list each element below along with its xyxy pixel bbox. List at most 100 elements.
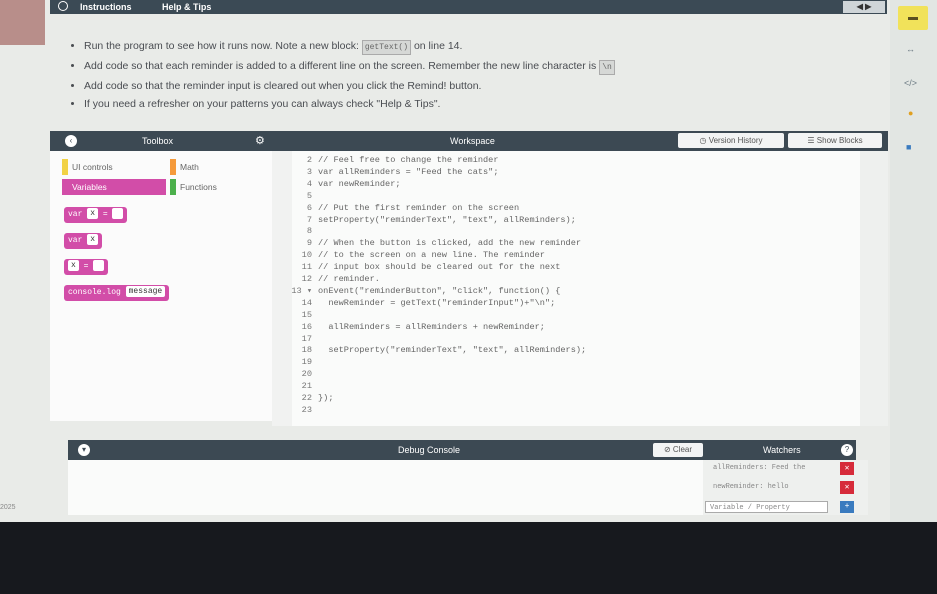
block-operator: = xyxy=(83,262,89,271)
code-chip: getText() xyxy=(361,40,412,55)
debug-console-title: Debug Console xyxy=(398,445,461,455)
show-blocks-button[interactable]: ☰ Show Blocks xyxy=(788,133,882,148)
watch-input[interactable]: Variable / Property xyxy=(705,501,828,513)
code-chip: \n xyxy=(599,60,615,75)
code-icon[interactable]: </> xyxy=(904,78,917,88)
category-color-bar xyxy=(170,179,176,195)
line-number: 4 xyxy=(306,178,312,189)
block-keyword: .log xyxy=(101,288,121,297)
instruction-text: on line 14. xyxy=(411,40,463,52)
instruction-item: If you need a refresher on your patterns… xyxy=(84,98,872,111)
instruction-text: If you need a refresher on your patterns… xyxy=(84,98,441,110)
line-number: 23 xyxy=(301,404,312,415)
watchers-panel: allReminders: Feed the ✕ newReminder: he… xyxy=(703,460,868,515)
left-decor xyxy=(0,0,45,45)
block-slot[interactable]: x xyxy=(87,208,99,220)
panel-header: ‹ Toolbox ⚙ Workspace ◷ Version History … xyxy=(50,131,888,151)
remove-watch-button[interactable]: ✕ xyxy=(840,481,854,494)
line-number: 5 xyxy=(306,190,312,201)
code-text: allReminders = allReminders + newReminde… xyxy=(318,321,545,332)
block-operator: = xyxy=(102,210,108,219)
right-sidebar: ▬ ↔ </> ● ■ xyxy=(890,0,937,522)
watch-row: allReminders: Feed the xyxy=(713,464,806,472)
editor-scrollbar[interactable] xyxy=(860,151,888,426)
category-functions[interactable]: Functions xyxy=(170,179,270,195)
debug-console[interactable]: allReminders: Feed the ✕ newReminder: he… xyxy=(68,460,868,515)
category-math[interactable]: Math xyxy=(170,159,270,175)
category-variables[interactable]: Variables xyxy=(62,179,166,195)
block-keyword: console xyxy=(68,288,102,297)
instruction-text: Add code so that each reminder is added … xyxy=(84,60,600,72)
remove-watch-button[interactable]: ✕ xyxy=(840,462,854,475)
audio-player[interactable]: ◀ ▶ xyxy=(843,1,885,13)
instructions: Run the program to see how it runs now. … xyxy=(72,40,872,116)
code-text: var newReminder; xyxy=(318,178,401,189)
block-keyword: var xyxy=(68,236,83,245)
top-bar: Instructions Help & Tips ◀ ▶ xyxy=(50,0,887,14)
category-ui-controls[interactable]: UI controls xyxy=(62,159,162,175)
clear-button[interactable]: ⊘ Clear xyxy=(653,443,703,457)
resize-icon[interactable]: ↔ xyxy=(906,44,915,54)
show-blocks-label: Show Blocks xyxy=(816,136,863,145)
line-number: 2 xyxy=(306,155,312,165)
watch-row: newReminder: hello xyxy=(713,483,789,491)
block-slot[interactable] xyxy=(112,208,124,220)
line-number: 11 xyxy=(301,262,312,273)
workspace-title: Workspace xyxy=(450,136,495,146)
line-number: 19 xyxy=(301,357,312,368)
block-var-declare[interactable]: var x xyxy=(64,233,103,249)
date-text: 2025 xyxy=(0,504,16,511)
code-editor[interactable]: 2 // Feel free to change the reminder 3 var… xyxy=(272,151,860,426)
toolbox-title: Toolbox xyxy=(142,136,174,146)
block-slot[interactable]: x xyxy=(87,234,99,246)
monitor-bezel xyxy=(0,522,937,594)
block-console-log[interactable]: console.log message xyxy=(64,285,170,301)
code-text: onEvent("reminderButton", "click", funct… xyxy=(318,285,561,296)
collapse-debug-icon[interactable]: ▾ xyxy=(78,444,90,456)
code-text: // to the screen on a new line. The remi… xyxy=(318,250,545,261)
back-icon[interactable]: ‹ xyxy=(65,135,77,147)
line-number: 7 xyxy=(306,214,312,225)
instruction-item: Run the program to see how it runs now. … xyxy=(84,40,872,55)
instruction-text: Run the program to see how it runs now. … xyxy=(84,40,362,52)
help-icon[interactable]: ? xyxy=(841,444,853,456)
category-label: Math xyxy=(180,162,199,172)
line-number: 8 xyxy=(306,226,312,237)
watchers-title: Watchers xyxy=(763,445,801,455)
category-label: Functions xyxy=(180,182,217,192)
code-text: }); xyxy=(318,393,334,403)
block-assign[interactable]: x = xyxy=(64,259,109,275)
code-text: // When the button is clicked, add the n… xyxy=(318,238,582,249)
version-history-label: Version History xyxy=(708,136,763,145)
collapse-icon[interactable] xyxy=(58,1,68,11)
screen: Instructions Help & Tips ◀ ▶ ▬ ↔ </> ● ■… xyxy=(0,0,937,522)
category-label: UI controls xyxy=(72,162,113,172)
line-number: 3 xyxy=(306,166,312,177)
version-history-button[interactable]: ◷ Version History xyxy=(678,133,784,148)
code-text: // reminder. xyxy=(318,274,380,284)
instruction-item: Add code so that each reminder is added … xyxy=(84,60,872,75)
code-text: setProperty("reminderText", "text", allR… xyxy=(318,345,587,356)
bookmark-icon[interactable]: ▬ xyxy=(898,6,928,30)
debug-header: ▾ Debug Console ⊘ Clear Watchers ? xyxy=(68,440,856,460)
code-text: // input box should be cleared out for t… xyxy=(318,262,561,273)
lightbulb-icon[interactable]: ● xyxy=(908,108,913,118)
gear-icon[interactable]: ⚙ xyxy=(255,134,265,147)
block-slot[interactable]: message xyxy=(125,286,166,298)
block-var-assign[interactable]: var x = xyxy=(64,207,128,223)
line-number: 10 xyxy=(301,250,312,261)
instruction-item: Add code so that the reminder input is c… xyxy=(84,80,872,93)
line-number: 22 xyxy=(301,393,312,403)
instruction-text: Add code so that the reminder input is c… xyxy=(84,80,482,92)
tab-instructions[interactable]: Instructions xyxy=(80,2,132,12)
code-text: setProperty("reminderText", "text", allR… xyxy=(318,214,576,225)
code-text: // Feel free to change the reminder xyxy=(318,155,499,165)
line-number: 18 xyxy=(301,345,312,356)
book-icon[interactable]: ■ xyxy=(906,142,911,152)
add-watch-button[interactable]: + xyxy=(840,501,854,513)
line-number: 6 xyxy=(306,202,312,213)
tab-help-tips[interactable]: Help & Tips xyxy=(162,2,211,12)
line-number: 9 xyxy=(306,238,312,249)
block-slot[interactable] xyxy=(93,260,105,272)
block-slot[interactable]: x xyxy=(68,260,79,272)
